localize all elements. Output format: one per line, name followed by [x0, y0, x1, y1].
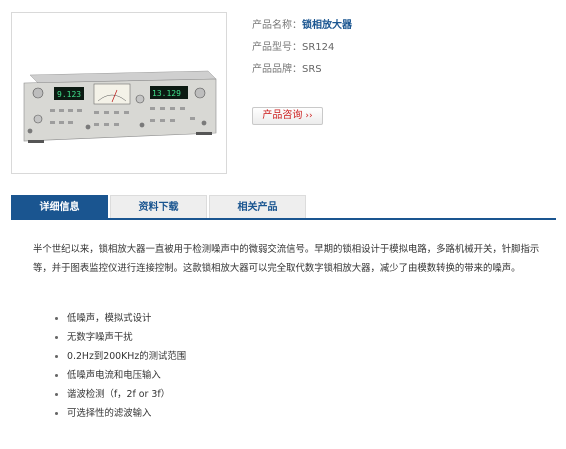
feature-item: 低噪声，模拟式设计 [55, 309, 186, 328]
product-brand-value: SRS [302, 64, 322, 75]
bullet-icon [55, 393, 58, 396]
lock-in-amplifier-image: 9.123 13.129 [23, 70, 217, 143]
feature-text: 低噪声电流和电压输入 [67, 370, 161, 381]
product-name-value[interactable]: 锁相放大器 [302, 20, 352, 31]
feature-text: 可选择性的滤波输入 [67, 408, 152, 419]
bullet-icon [55, 374, 58, 377]
bullet-icon [55, 355, 58, 358]
product-model-value: SR124 [302, 42, 335, 53]
left-display-readout: 9.123 [57, 90, 81, 99]
feature-text: 0.2Hz到200KHz的测试范围 [67, 351, 187, 362]
product-consult-button[interactable]: 产品咨询 ›› [252, 107, 323, 125]
product-model-row: 产品型号：SR124 [252, 37, 552, 59]
consult-button-label: 产品咨询 [262, 110, 303, 121]
right-display-readout: 13.129 [152, 89, 181, 98]
feature-text: 低噪声，模拟式设计 [67, 313, 152, 324]
product-brand-row: 产品品牌：SRS [252, 59, 552, 81]
detail-tabs: 详细信息 资料下载 相关产品 [11, 195, 556, 220]
product-description: 半个世纪以来，锁相放大器一直被用于检测噪声中的微弱交流信号。早期的锁相设计于模拟… [33, 244, 540, 274]
product-model-label: 产品型号： [252, 42, 302, 53]
bullet-icon [55, 317, 58, 320]
feature-list: 低噪声，模拟式设计 无数字噪声干扰 0.2Hz到200KHz的测试范围 低噪声电… [55, 309, 186, 423]
product-brand-label: 产品品牌： [252, 64, 302, 75]
product-name-row: 产品名称：锁相放大器 [252, 15, 552, 37]
tab-details[interactable]: 详细信息 [11, 195, 108, 218]
feature-item: 谐波检测（f，2f or 3f） [55, 385, 186, 404]
product-info: 产品名称：锁相放大器 产品型号：SR124 产品品牌：SRS [252, 15, 552, 81]
feature-text: 谐波检测（f，2f or 3f） [67, 389, 171, 400]
bullet-icon [55, 336, 58, 339]
double-chevron-right-icon: ›› [305, 111, 313, 121]
feature-item: 0.2Hz到200KHz的测试范围 [55, 347, 186, 366]
feature-item: 低噪声电流和电压输入 [55, 366, 186, 385]
feature-text: 无数字噪声干扰 [67, 332, 133, 343]
tab-related-products[interactable]: 相关产品 [209, 195, 306, 218]
product-image-frame: 9.123 13.129 [11, 12, 227, 174]
feature-item: 无数字噪声干扰 [55, 328, 186, 347]
feature-item: 可选择性的滤波输入 [55, 404, 186, 423]
bullet-icon [55, 412, 58, 415]
tab-downloads[interactable]: 资料下载 [110, 195, 207, 218]
product-name-label: 产品名称： [252, 20, 302, 31]
